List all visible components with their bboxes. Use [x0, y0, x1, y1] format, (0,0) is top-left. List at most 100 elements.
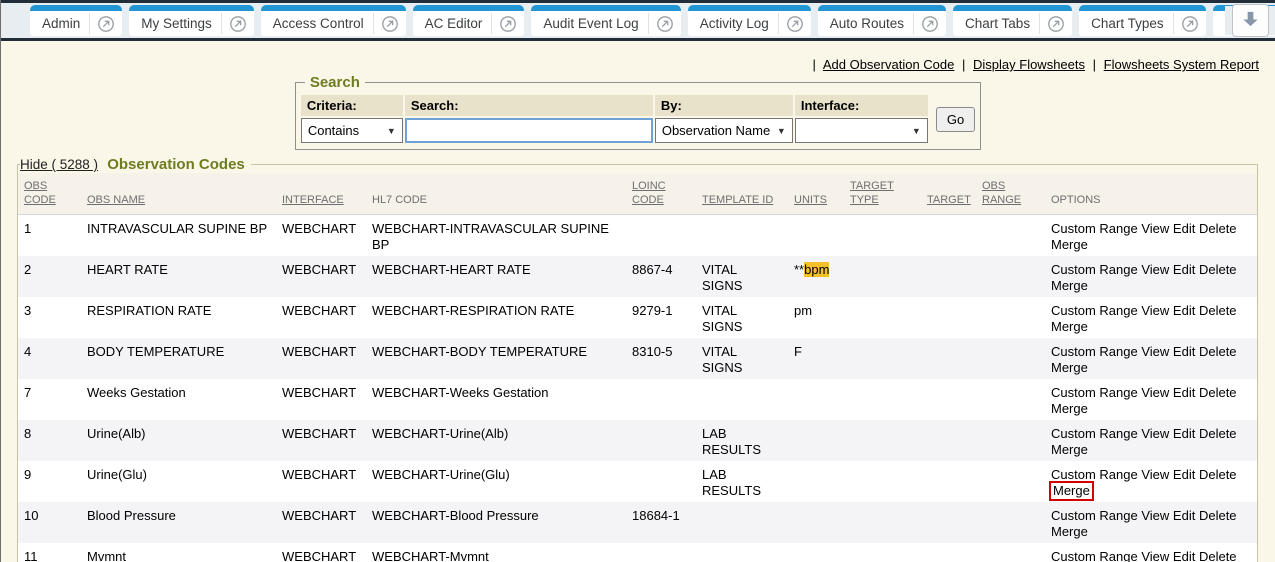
option-link-custom-range[interactable]: Custom Range: [1051, 385, 1138, 400]
table-row: 3RESPIRATION RATEWEBCHARTWEBCHART-RESPIR…: [18, 297, 1257, 338]
option-link-delete[interactable]: Delete: [1199, 426, 1237, 441]
column-header-label: OPTIONS: [1051, 194, 1101, 206]
option-link-custom-range[interactable]: Custom Range: [1051, 221, 1138, 236]
option-link-custom-range[interactable]: Custom Range: [1051, 426, 1138, 441]
option-link-view[interactable]: View: [1141, 549, 1169, 562]
display-flowsheets-link[interactable]: Display Flowsheets: [973, 57, 1085, 72]
option-link-merge[interactable]: Merge: [1051, 278, 1088, 293]
popout-icon[interactable]: [921, 15, 939, 33]
popout-icon[interactable]: [381, 15, 399, 33]
option-link-edit[interactable]: Edit: [1173, 262, 1195, 277]
column-header-obs-name[interactable]: OBS NAME: [81, 173, 276, 215]
criteria-select[interactable]: Contains ▼: [301, 118, 403, 143]
option-link-merge[interactable]: Merge: [1051, 442, 1088, 457]
column-header-target[interactable]: TARGET: [921, 173, 976, 215]
popout-icon[interactable]: [786, 15, 804, 33]
option-link-delete[interactable]: Delete: [1199, 344, 1237, 359]
tab-access-control[interactable]: Access Control: [261, 5, 406, 36]
column-header-label[interactable]: TEMPLATE ID: [702, 194, 773, 206]
go-button[interactable]: Go: [936, 107, 975, 132]
column-header-label[interactable]: OBS CODE: [24, 180, 56, 206]
search-input[interactable]: [405, 118, 653, 143]
popout-icon[interactable]: [1181, 15, 1199, 33]
column-header-template-id[interactable]: TEMPLATE ID: [696, 173, 788, 215]
popout-icon[interactable]: [499, 15, 517, 33]
option-link-custom-range[interactable]: Custom Range: [1051, 467, 1138, 482]
obs-name-cell: Blood Pressure: [81, 502, 276, 543]
option-link-custom-range[interactable]: Custom Range: [1051, 262, 1138, 277]
option-link-view[interactable]: View: [1141, 426, 1169, 441]
option-link-edit[interactable]: Edit: [1173, 385, 1195, 400]
option-link-merge[interactable]: Merge: [1049, 481, 1094, 501]
option-link-edit[interactable]: Edit: [1173, 303, 1195, 318]
option-link-edit[interactable]: Edit: [1173, 508, 1195, 523]
column-header-label[interactable]: UNITS: [794, 194, 827, 206]
option-link-delete[interactable]: Delete: [1199, 508, 1237, 523]
option-link-view[interactable]: View: [1141, 344, 1169, 359]
option-link-merge[interactable]: Merge: [1051, 524, 1088, 539]
column-header-obs-code[interactable]: OBS CODE: [18, 173, 81, 215]
option-link-merge[interactable]: Merge: [1051, 319, 1088, 334]
option-link-delete[interactable]: Delete: [1199, 303, 1237, 318]
column-header-loinc-code[interactable]: LOINC CODE: [626, 173, 696, 215]
tab-activity-log[interactable]: Activity Log: [688, 5, 811, 36]
option-link-edit[interactable]: Edit: [1173, 344, 1195, 359]
column-header-label[interactable]: LOINC CODE: [632, 180, 666, 206]
option-link-custom-range[interactable]: Custom Range: [1051, 303, 1138, 318]
tab-audit-event-log[interactable]: Audit Event Log: [531, 5, 680, 36]
option-link-merge[interactable]: Merge: [1051, 360, 1088, 375]
option-link-view[interactable]: View: [1141, 221, 1169, 236]
popout-icon[interactable]: [656, 15, 674, 33]
option-link-edit[interactable]: Edit: [1173, 221, 1195, 236]
tab-admin[interactable]: Admin: [30, 5, 122, 36]
column-header-target-type[interactable]: TARGET TYPE: [844, 173, 921, 215]
column-header-interface[interactable]: INTERFACE: [276, 173, 366, 215]
tab-chart-types[interactable]: Chart Types: [1079, 5, 1206, 36]
option-link-merge[interactable]: Merge: [1051, 237, 1088, 252]
column-header-units[interactable]: UNITS: [788, 173, 844, 215]
option-link-edit[interactable]: Edit: [1173, 426, 1195, 441]
option-link-custom-range[interactable]: Custom Range: [1051, 344, 1138, 359]
option-link-edit[interactable]: Edit: [1173, 549, 1195, 562]
option-link-view[interactable]: View: [1141, 303, 1169, 318]
option-link-delete[interactable]: Delete: [1199, 467, 1237, 482]
popout-icon[interactable]: [97, 15, 115, 33]
target-type-cell: [844, 420, 921, 461]
target-type-cell: [844, 379, 921, 420]
popout-icon[interactable]: [1047, 15, 1065, 33]
tab-chart-tabs[interactable]: Chart Tabs: [953, 5, 1072, 36]
option-link-edit[interactable]: Edit: [1173, 467, 1195, 482]
tab-ac-editor[interactable]: AC Editor: [413, 5, 525, 36]
option-link-delete[interactable]: Delete: [1199, 221, 1237, 236]
option-link-merge[interactable]: Merge: [1051, 401, 1088, 416]
column-header-label[interactable]: TARGET TYPE: [850, 180, 894, 206]
hide-count-link[interactable]: Hide ( 5288 ): [20, 157, 98, 172]
option-link-view[interactable]: View: [1141, 508, 1169, 523]
popout-icon[interactable]: [229, 15, 247, 33]
tab-scroll-down-button[interactable]: [1232, 4, 1269, 37]
flowsheets-system-report-link[interactable]: Flowsheets System Report: [1104, 57, 1259, 72]
option-link-view[interactable]: View: [1141, 467, 1169, 482]
option-link-custom-range[interactable]: Custom Range: [1051, 549, 1138, 562]
option-link-delete[interactable]: Delete: [1199, 385, 1237, 400]
by-select[interactable]: Observation Name ▼: [655, 118, 793, 143]
column-header-label[interactable]: TARGET: [927, 194, 971, 206]
option-link-view[interactable]: View: [1141, 262, 1169, 277]
tab-my-settings[interactable]: My Settings: [129, 5, 254, 36]
column-header-label[interactable]: OBS NAME: [87, 194, 145, 206]
option-link-delete[interactable]: Delete: [1199, 262, 1237, 277]
interface-select[interactable]: ▼: [795, 118, 928, 143]
option-link-delete[interactable]: Delete: [1199, 549, 1237, 562]
criteria-select-value: Contains: [308, 123, 359, 138]
tab-auto-routes[interactable]: Auto Routes: [818, 5, 946, 36]
obs-name-cell: RESPIRATION RATE: [81, 297, 276, 338]
add-observation-code-link[interactable]: Add Observation Code: [823, 57, 955, 72]
column-header-label[interactable]: OBS RANGE: [982, 180, 1021, 206]
admin-observation-codes-page: AdminMy SettingsAccess ControlAC EditorA…: [0, 0, 1275, 562]
column-header-obs-range[interactable]: OBS RANGE: [976, 173, 1045, 215]
option-link-custom-range[interactable]: Custom Range: [1051, 508, 1138, 523]
option-link-view[interactable]: View: [1141, 385, 1169, 400]
loinc-code-cell: 9279-1: [626, 297, 696, 338]
column-header-label[interactable]: INTERFACE: [282, 194, 344, 206]
tab-label: Admin: [42, 16, 80, 31]
